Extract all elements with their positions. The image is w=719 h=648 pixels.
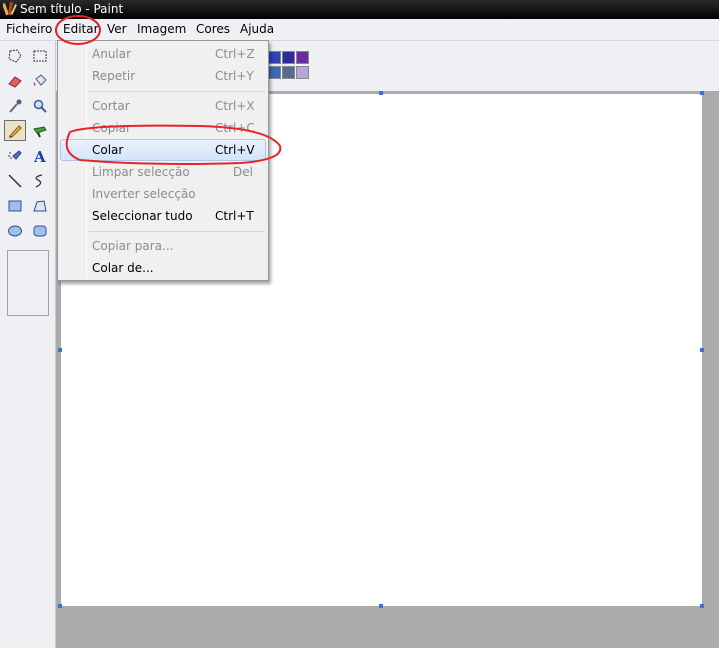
- edit-menu-dropdown: Anular Ctrl+Z Repetir Ctrl+Y Cortar Ctrl…: [57, 40, 269, 281]
- menu-item-label: Anular: [92, 47, 132, 61]
- toolbox: A: [0, 41, 56, 648]
- menu-item-cortar[interactable]: Cortar Ctrl+X: [60, 95, 266, 117]
- fill-bucket-icon[interactable]: [29, 70, 51, 91]
- menu-imagem[interactable]: Imagem: [137, 22, 186, 36]
- menu-item-label: Cortar: [92, 99, 130, 113]
- line-icon[interactable]: [4, 170, 26, 191]
- brush-icon[interactable]: [29, 120, 51, 141]
- menu-item-copiar[interactable]: Copiar Ctrl+C: [60, 117, 266, 139]
- resize-handle[interactable]: [379, 91, 383, 95]
- palette-swatch[interactable]: [282, 51, 295, 64]
- menu-separator: [89, 231, 265, 232]
- menu-item-label: Copiar: [92, 121, 131, 135]
- menu-item-shortcut: Del: [233, 165, 253, 179]
- resize-handle[interactable]: [700, 91, 704, 95]
- menu-item-label: Colar: [92, 143, 124, 157]
- menu-item-label: Repetir: [92, 69, 136, 83]
- menu-bar: Ficheiro Editar Ver Imagem Cores Ajuda: [0, 19, 719, 41]
- menu-separator: [89, 91, 265, 92]
- window-title: Sem título - Paint: [20, 2, 124, 16]
- color-picker-icon[interactable]: [4, 95, 26, 116]
- pencil-icon[interactable]: [4, 120, 26, 141]
- menu-ver[interactable]: Ver: [107, 22, 127, 36]
- menu-item-shortcut: Ctrl+Z: [215, 47, 255, 61]
- paint-icon: [3, 2, 17, 16]
- menu-item-limpar-seleccao[interactable]: Limpar selecção Del: [60, 161, 266, 183]
- menu-item-copiar-para[interactable]: Copiar para...: [60, 235, 266, 257]
- resize-handle[interactable]: [700, 604, 704, 608]
- menu-item-colar[interactable]: Colar Ctrl+V: [60, 139, 266, 161]
- menu-item-label: Colar de...: [92, 261, 154, 275]
- svg-text:A: A: [33, 148, 46, 164]
- eraser-icon[interactable]: [4, 70, 26, 91]
- tool-options-box[interactable]: [7, 250, 49, 316]
- menu-item-shortcut: Ctrl+Y: [215, 69, 254, 83]
- rect-select-icon[interactable]: [29, 45, 51, 66]
- resize-handle[interactable]: [379, 604, 383, 608]
- menu-item-inverter-seleccao[interactable]: Inverter selecção: [60, 183, 266, 205]
- menu-ajuda[interactable]: Ajuda: [240, 22, 274, 36]
- free-select-icon[interactable]: [4, 45, 26, 66]
- menu-item-anular[interactable]: Anular Ctrl+Z: [60, 43, 266, 65]
- menu-item-shortcut: Ctrl+C: [215, 121, 255, 135]
- menu-item-colar-de[interactable]: Colar de...: [60, 257, 266, 279]
- resize-handle[interactable]: [700, 348, 704, 352]
- palette-swatch[interactable]: [268, 66, 281, 79]
- polygon-icon[interactable]: [29, 195, 51, 216]
- palette-swatch[interactable]: [296, 51, 309, 64]
- menu-item-shortcut: Ctrl+X: [215, 99, 255, 113]
- text-icon[interactable]: A: [29, 145, 51, 166]
- menu-item-label: Seleccionar tudo: [92, 209, 193, 223]
- menu-cores[interactable]: Cores: [196, 22, 230, 36]
- menu-ficheiro[interactable]: Ficheiro: [6, 22, 52, 36]
- rectangle-icon[interactable]: [4, 195, 26, 216]
- menu-editar[interactable]: Editar: [63, 22, 99, 36]
- palette-swatch[interactable]: [268, 51, 281, 64]
- magnifier-icon[interactable]: [29, 95, 51, 116]
- rounded-rect-icon[interactable]: [29, 220, 51, 241]
- menu-item-seleccionar-tudo[interactable]: Seleccionar tudo Ctrl+T: [60, 205, 266, 227]
- menu-item-shortcut: Ctrl+V: [215, 143, 255, 157]
- curve-icon[interactable]: [29, 170, 51, 191]
- ellipse-icon[interactable]: [4, 220, 26, 241]
- menu-item-label: Limpar selecção: [92, 165, 190, 179]
- menu-item-repetir[interactable]: Repetir Ctrl+Y: [60, 65, 266, 87]
- menu-item-label: Copiar para...: [92, 239, 174, 253]
- airbrush-icon[interactable]: [4, 145, 26, 166]
- resize-handle[interactable]: [58, 604, 62, 608]
- palette-swatch[interactable]: [282, 66, 295, 79]
- resize-handle[interactable]: [58, 348, 62, 352]
- title-bar: Sem título - Paint: [0, 0, 719, 19]
- menu-item-label: Inverter selecção: [92, 187, 196, 201]
- menu-item-shortcut: Ctrl+T: [215, 209, 254, 223]
- palette-swatch[interactable]: [296, 66, 309, 79]
